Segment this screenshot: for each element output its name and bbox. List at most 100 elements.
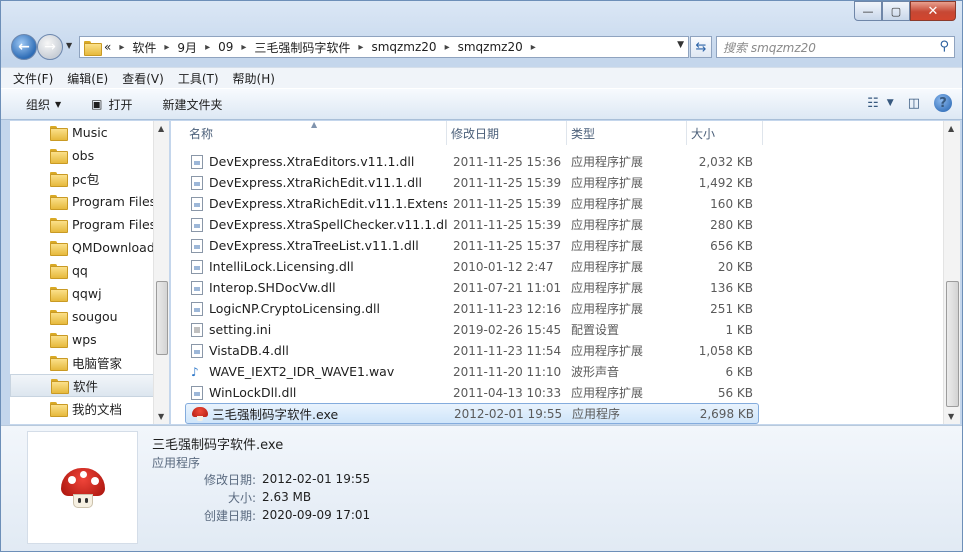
nav-item[interactable]: QMDownload [10,236,168,259]
scroll-down-icon[interactable]: ▼ [158,412,164,421]
nav-item[interactable]: wps [10,328,168,351]
breadcrumb-separator-icon[interactable]: ▸ [241,42,246,53]
breadcrumb-item[interactable]: smqzmz20 [458,40,523,54]
scroll-down-icon[interactable]: ▼ [948,412,954,421]
dll-icon [191,217,203,232]
nav-item[interactable]: qqwj [10,282,168,305]
file-row[interactable]: setting.ini 2019-02-26 15:45 配置设置 1 KB [185,319,759,340]
wav-icon: ♪ [191,364,203,379]
close-button[interactable]: ✕ [910,1,956,21]
menu-edit[interactable]: 编辑(E) [67,70,108,87]
open-button[interactable]: ▣ 打开 [91,96,132,113]
breadcrumb-item[interactable]: 9月 [177,39,197,56]
file-size-cell: 56 KB [717,385,753,400]
back-button[interactable]: ← [11,34,37,60]
column-size[interactable]: 大小 [687,121,763,145]
scroll-up-icon[interactable]: ▲ [158,124,164,133]
search-box[interactable]: 搜索 smqzmz20 ⚲ [716,36,955,58]
breadcrumb-separator-icon[interactable]: ▸ [445,42,450,53]
recent-pages-dropdown[interactable]: ▼ [66,41,72,50]
column-name[interactable]: 名称 [185,121,447,145]
column-date[interactable]: 修改日期 [447,121,567,145]
help-icon[interactable]: ? [934,94,952,112]
view-options-icon[interactable]: ☷ [867,96,879,111]
nav-item-label: pc包 [72,172,100,187]
menu-tools[interactable]: 工具(T) [178,70,219,87]
menu-file[interactable]: 文件(F) [13,70,53,87]
file-row[interactable]: VistaDB.4.dll 2011-11-23 11:54 应用程序扩展 1,058… [185,340,759,361]
breadcrumb-item[interactable]: smqzmz20 [371,40,436,54]
folder-icon [50,333,68,348]
folder-icon [50,264,68,279]
breadcrumb-separator-icon[interactable]: ▸ [531,42,536,53]
nav-item[interactable]: Program Files [10,190,168,213]
refresh-button[interactable]: ⇆ [690,36,712,58]
minimize-button[interactable]: — [854,1,882,21]
breadcrumb-separator-icon[interactable]: ▸ [119,42,124,53]
address-bar[interactable]: « ▸ 软件 ▸ 9月 ▸ 09 ▸ 三毛强制码字软件 ▸ smqzmz20 ▸ smqzmz20 ▸ ▼ [79,36,689,58]
nav-pane-scrollbar[interactable]: ▲ ▼ [153,121,169,424]
file-list-scrollbar[interactable]: ▲ ▼ [943,121,960,424]
preview-pane-icon[interactable]: ◫ [908,96,920,111]
file-row[interactable]: DevExpress.XtraTreeList.v11.1.dll 2011-11… [185,235,759,256]
nav-item[interactable]: pc包 [10,167,168,190]
forward-button[interactable]: → [37,34,63,60]
breadcrumb-overflow[interactable]: « [104,40,111,54]
file-type-cell: 应用程序扩展 [571,281,644,295]
file-row[interactable]: ♪ WAVE_IEXT2_IDR_WAVE1.wav 2011-11-20 11:1… [185,361,759,382]
file-size-cell: 1 KB [725,322,753,337]
file-scroll-thumb[interactable] [946,281,959,407]
dll-icon [191,154,203,169]
nav-scroll-thumb[interactable] [156,281,168,355]
explorer-window: — ▢ ✕ ← → ▼ « ▸ 软件 ▸ 9月 ▸ 09 ▸ 三毛强制码字软件 ▸ smqzmz20… [0,0,963,552]
file-row[interactable]: LogicNP.CryptoLicensing.dll 2011-11-23 12… [185,298,759,319]
file-date-cell: 2011-11-25 15:36 [453,154,562,169]
breadcrumb-separator-icon[interactable]: ▸ [205,42,210,53]
scroll-up-icon[interactable]: ▲ [948,124,954,133]
nav-item[interactable]: obs [10,144,168,167]
file-row[interactable]: 三毛强制码字软件.exe 2012-02-01 19:55 应用程序 2,698 KB [185,403,759,424]
navigation-pane: Music obs pc包 Program Files Program Files QMD… [10,121,169,424]
breadcrumb-separator-icon[interactable]: ▸ [358,42,363,53]
nav-item-label: qqwj [72,286,102,301]
new-folder-button[interactable]: 新建文件夹 [163,96,223,113]
file-name: setting.ini [209,322,272,337]
file-row[interactable]: WinLockDll.dll 2011-04-13 10:33 应用程序扩展 56 K… [185,382,759,403]
organize-button[interactable]: 组织 ▼ [26,96,61,113]
file-date-cell: 2011-07-21 11:01 [453,280,562,295]
file-row[interactable]: DevExpress.XtraRichEdit.v11.1.dll 2011-11… [185,172,759,193]
file-size-cell: 136 KB [710,280,753,295]
nav-item[interactable]: Music [10,121,168,144]
maximize-button[interactable]: ▢ [882,1,910,21]
organize-label: 组织 [26,97,51,112]
column-type[interactable]: 类型 [567,121,687,145]
breadcrumb-item[interactable]: 09 [218,40,233,54]
breadcrumb-item[interactable]: 软件 [132,39,156,56]
breadcrumb-item[interactable]: 三毛强制码字软件 [254,39,350,56]
view-dropdown-icon[interactable]: ▼ [887,98,894,108]
address-dropdown-icon[interactable]: ▼ [677,40,684,50]
file-row[interactable]: Interop.SHDocVw.dll 2011-07-21 11:01 应用程序扩… [185,277,759,298]
folder-icon [51,379,69,394]
dll-icon [191,196,203,211]
nav-item[interactable]: 软件 [10,374,168,397]
file-row[interactable]: IntelliLock.Licensing.dll 2010-01-12 2:47… [185,256,759,277]
nav-item[interactable]: qq [10,259,168,282]
folder-icon [50,287,68,302]
file-row[interactable]: DevExpress.XtraEditors.v11.1.dll 2011-11-… [185,151,759,172]
breadcrumb-separator-icon[interactable]: ▸ [164,42,169,53]
search-icon[interactable]: ⚲ [939,39,949,54]
file-name: DevExpress.XtraRichEdit.v11.1.Extensi... [209,196,447,211]
nav-tree: Music obs pc包 Program Files Program Files QMD… [10,121,168,420]
file-row[interactable]: DevExpress.XtraSpellChecker.v11.1.dll 201… [185,214,759,235]
menu-help[interactable]: 帮助(H) [233,70,275,87]
nav-item[interactable]: sougou [10,305,168,328]
details-file-type: 应用程序 [152,456,201,470]
file-name-cell: DevExpress.XtraEditors.v11.1.dll [185,154,447,169]
file-row[interactable]: DevExpress.XtraRichEdit.v11.1.Extensi...… [185,193,759,214]
nav-item-label: 电脑管家 [72,356,123,371]
nav-item[interactable]: Program Files [10,213,168,236]
nav-item[interactable]: 电脑管家 [10,351,168,374]
menu-view[interactable]: 查看(V) [122,70,164,87]
nav-item[interactable]: 我的文档 [10,397,168,420]
